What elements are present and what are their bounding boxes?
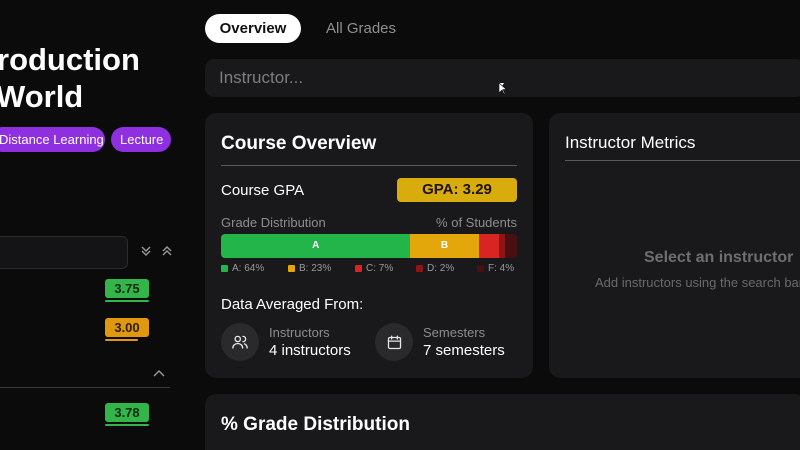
course-side-panel: roduction World Distance Learning Lectur… — [0, 0, 190, 450]
divider — [565, 160, 800, 161]
course-title-line-2: World — [0, 79, 84, 114]
instructors-label: Instructors — [269, 325, 330, 340]
legend-item-d: D: 2% — [416, 263, 477, 274]
calendar-icon — [375, 323, 413, 361]
expand-all-icon[interactable] — [141, 245, 151, 260]
course-overview-card: Course Overview Course GPA GPA: 3.29 Gra… — [205, 113, 533, 378]
percent-students-label: % of Students — [436, 215, 517, 230]
sort-select[interactable] — [0, 236, 128, 269]
grade-legend: A: 64% B: 23% C: 7% D: 2% F: 4% — [221, 263, 521, 274]
gpa-badge: GPA: 3.29 — [397, 178, 517, 202]
instructors-icon — [221, 323, 259, 361]
grade-distribution-bar: A B — [221, 234, 517, 258]
grade-segment-f — [505, 234, 517, 258]
grade-distribution-card: % Grade Distribution — [205, 394, 800, 450]
legend-item-c: C: 7% — [355, 263, 416, 274]
card-title: % Grade Distribution — [221, 414, 410, 435]
empty-state-title: Select an instructor — [644, 249, 794, 266]
course-title-line-1: roduction — [0, 42, 140, 77]
empty-state-subtitle: Add instructors using the search bar — [595, 275, 800, 290]
section-gpa-pill: 3.78 — [105, 403, 149, 422]
section-gpa-pill: 3.00 — [105, 318, 149, 337]
chevron-up-icon[interactable] — [153, 366, 165, 380]
grade-distribution-label: Grade Distribution — [221, 215, 326, 230]
grade-segment-a: A — [221, 234, 411, 258]
legend-item-a: A: 64% — [221, 263, 288, 274]
grade-segment-b: B — [410, 234, 479, 258]
instructor-metrics-card: Instructor Metrics Select an instructor … — [549, 113, 800, 378]
section-gpa-pill: 3.75 — [105, 279, 149, 298]
tab-all-grades[interactable]: All Grades — [326, 14, 396, 43]
card-title: Course Overview — [221, 133, 377, 154]
data-averaged-label: Data Averaged From: — [221, 296, 364, 313]
gpa-underline — [105, 424, 149, 426]
mouse-cursor-icon — [499, 83, 507, 95]
tab-overview[interactable]: Overview — [205, 14, 301, 43]
semesters-label: Semesters — [423, 325, 486, 340]
divider — [221, 165, 517, 166]
course-gpa-label: Course GPA — [221, 182, 305, 199]
legend-item-b: B: 23% — [288, 263, 355, 274]
card-title: Instructor Metrics — [565, 133, 696, 152]
tag-distance-learning[interactable]: Distance Learning — [0, 127, 105, 152]
instructors-value: 4 instructors — [269, 342, 351, 359]
tag-lecture[interactable]: Lecture — [111, 127, 171, 152]
gpa-underline — [105, 339, 138, 341]
section-divider — [0, 387, 170, 388]
gpa-underline — [105, 300, 149, 302]
grade-segment-c — [478, 234, 500, 258]
semesters-value: 7 semesters — [423, 342, 505, 359]
legend-item-f: F: 4% — [477, 263, 514, 274]
collapse-all-icon[interactable] — [162, 245, 172, 260]
